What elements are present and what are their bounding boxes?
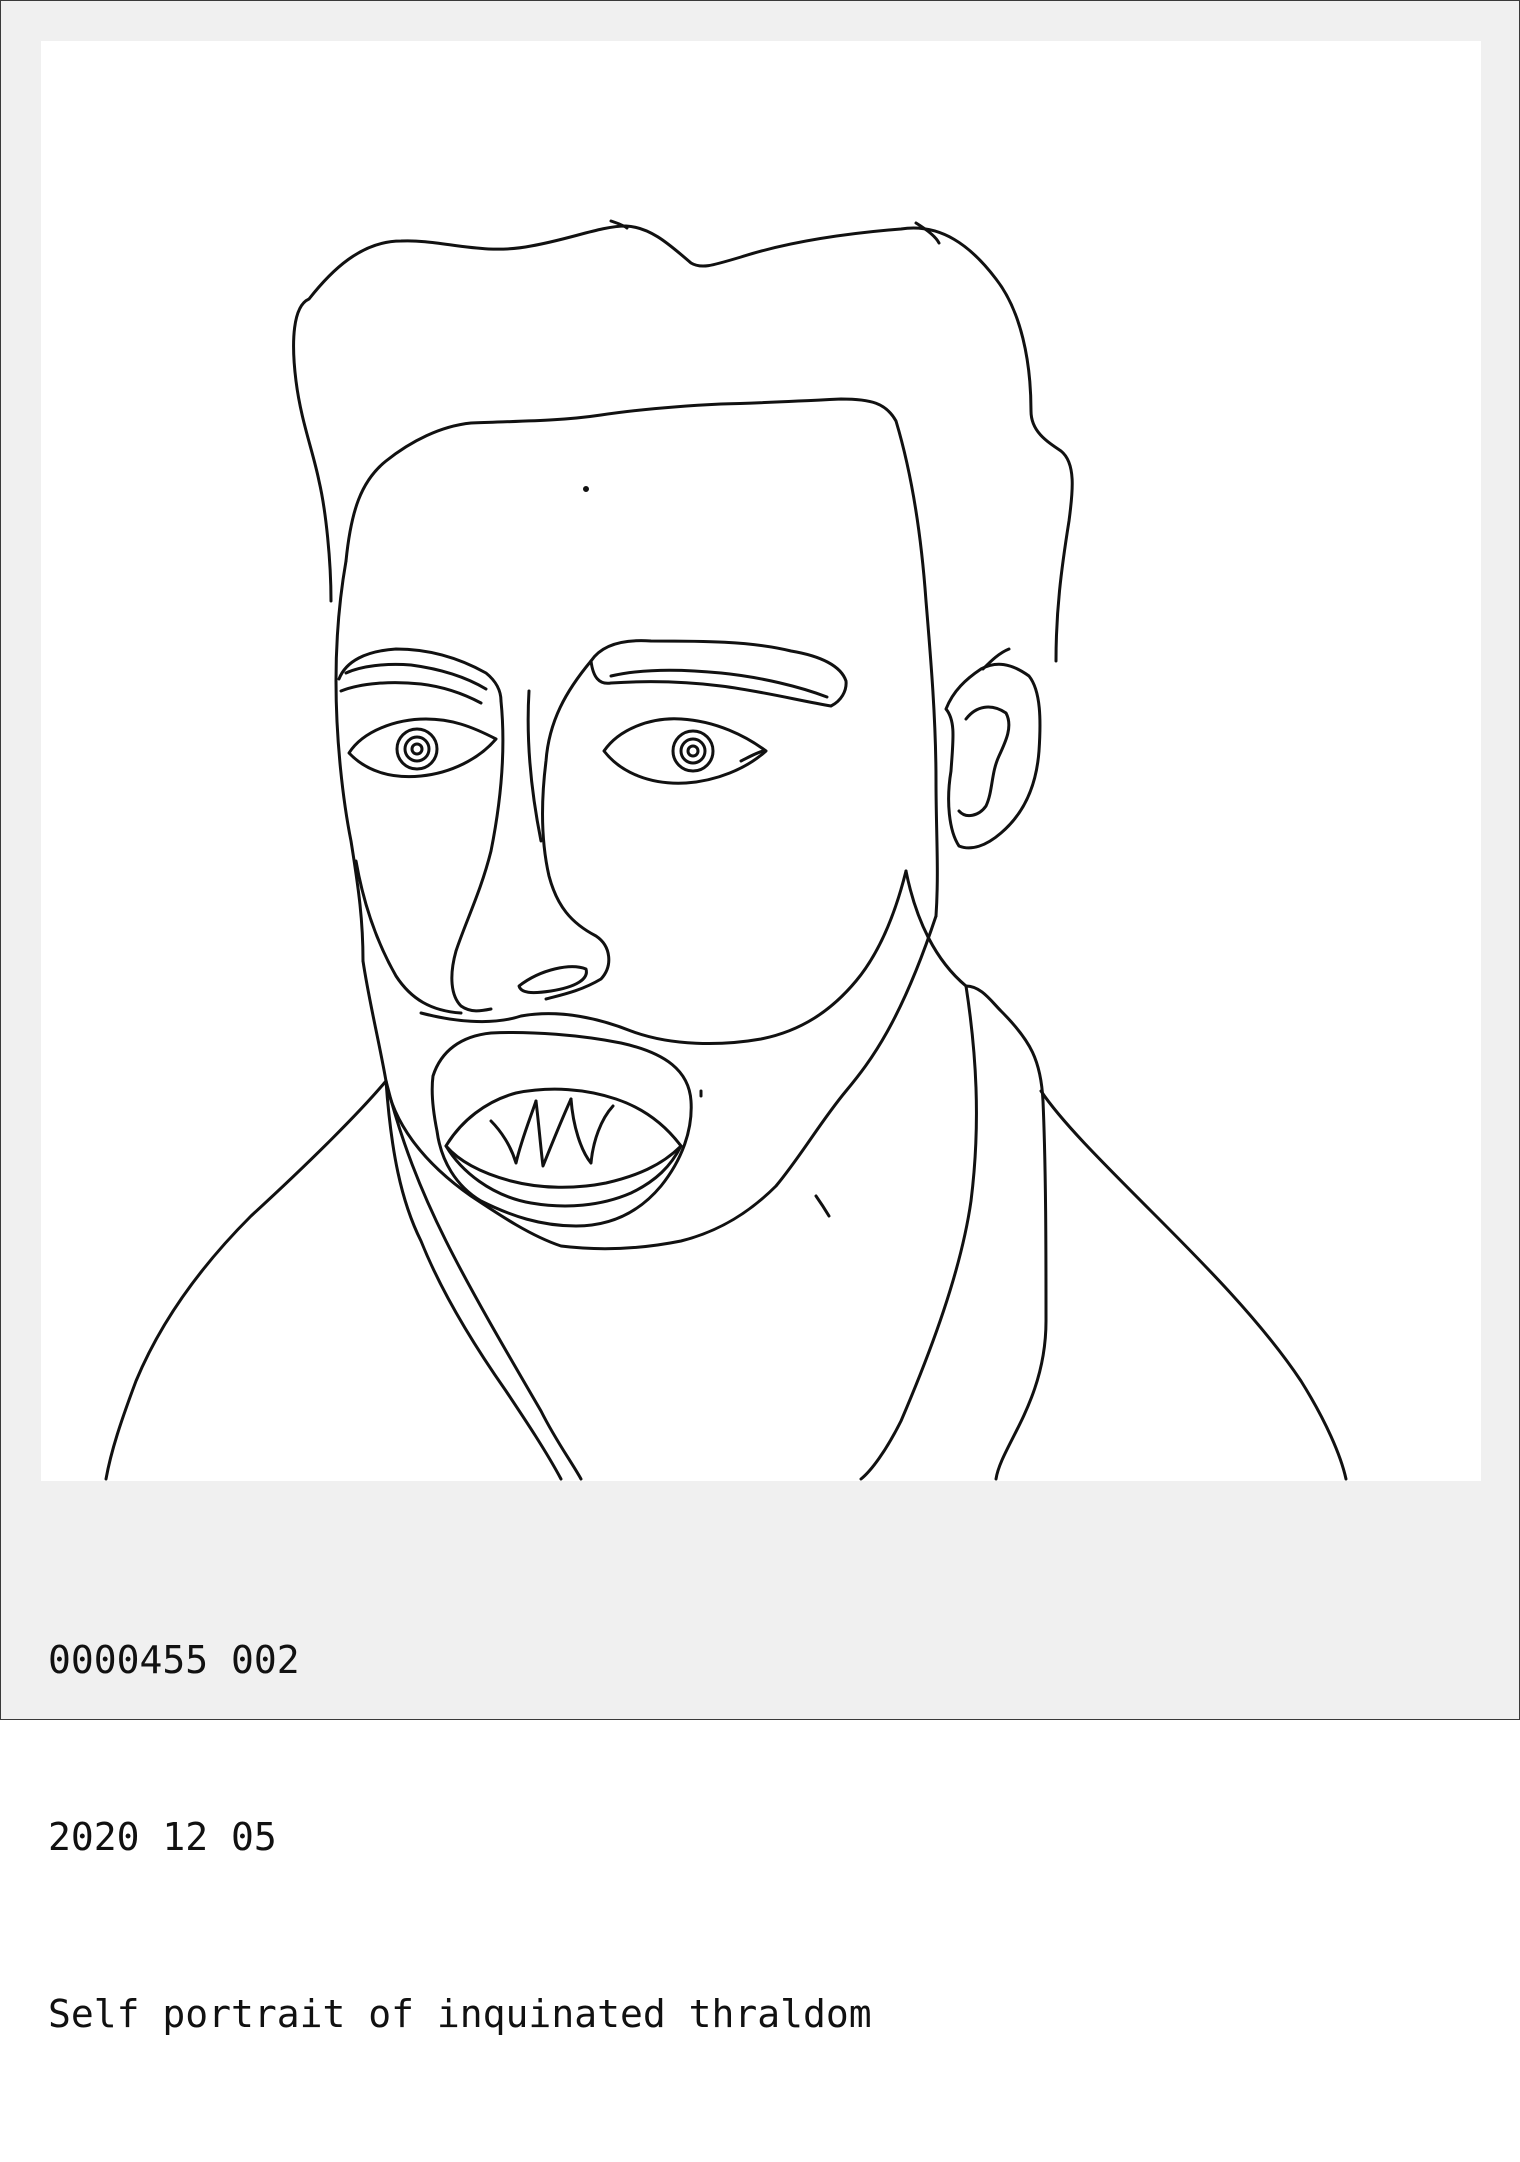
card-frame: 0000455 002 2020 12 05 Self portrait of … <box>0 0 1520 2036</box>
date: 2020 12 05 <box>48 1815 277 1859</box>
fang-left <box>489 1099 538 1165</box>
collar-right-inner <box>859 984 978 1481</box>
fang-right <box>569 1097 615 1165</box>
artwork-title: Self portrait of inquinated thraldom <box>48 1992 872 2036</box>
catalog-number: 0000455 002 <box>48 1638 300 1682</box>
nose-septum-line <box>526 689 543 843</box>
line-drawing-portrait <box>104 219 1348 1481</box>
lower-lip <box>444 1144 683 1208</box>
eye-left-iris <box>395 727 439 771</box>
eye-right-iris <box>671 729 715 773</box>
eye-left-pupil <box>410 742 424 756</box>
shoulder-right <box>1039 1089 1348 1481</box>
hairline <box>344 397 939 918</box>
drawing-canvas <box>41 41 1481 1481</box>
forehead-mark <box>583 486 589 492</box>
eye-right-outline <box>602 717 768 785</box>
eyebrow-left-inner-line <box>339 681 483 705</box>
neck-crease <box>814 1194 831 1218</box>
nostril <box>517 965 588 995</box>
eyebrow-left <box>337 647 503 703</box>
face-lower-contour <box>419 869 908 1046</box>
ear-inner <box>957 705 1011 818</box>
fang-center <box>534 1097 573 1168</box>
ear-outline <box>944 662 1042 850</box>
eye-left-pupil-ring <box>403 735 431 763</box>
nose-bridge <box>450 699 505 1013</box>
caption-block: 0000455 002 2020 12 05 Self portrait of … <box>48 1513 872 2162</box>
eye-right-pupil <box>686 744 700 758</box>
shoulder-left <box>104 1079 388 1481</box>
eye-right-pupil-ring <box>679 737 707 765</box>
hair-tuft <box>914 221 941 245</box>
nose-right-line <box>541 659 611 1001</box>
face-left-cheek-line <box>354 859 463 1015</box>
eyebrow-right-inner-line <box>609 668 829 699</box>
mouth-outline <box>444 1087 683 1189</box>
collar-right <box>964 984 1048 1481</box>
